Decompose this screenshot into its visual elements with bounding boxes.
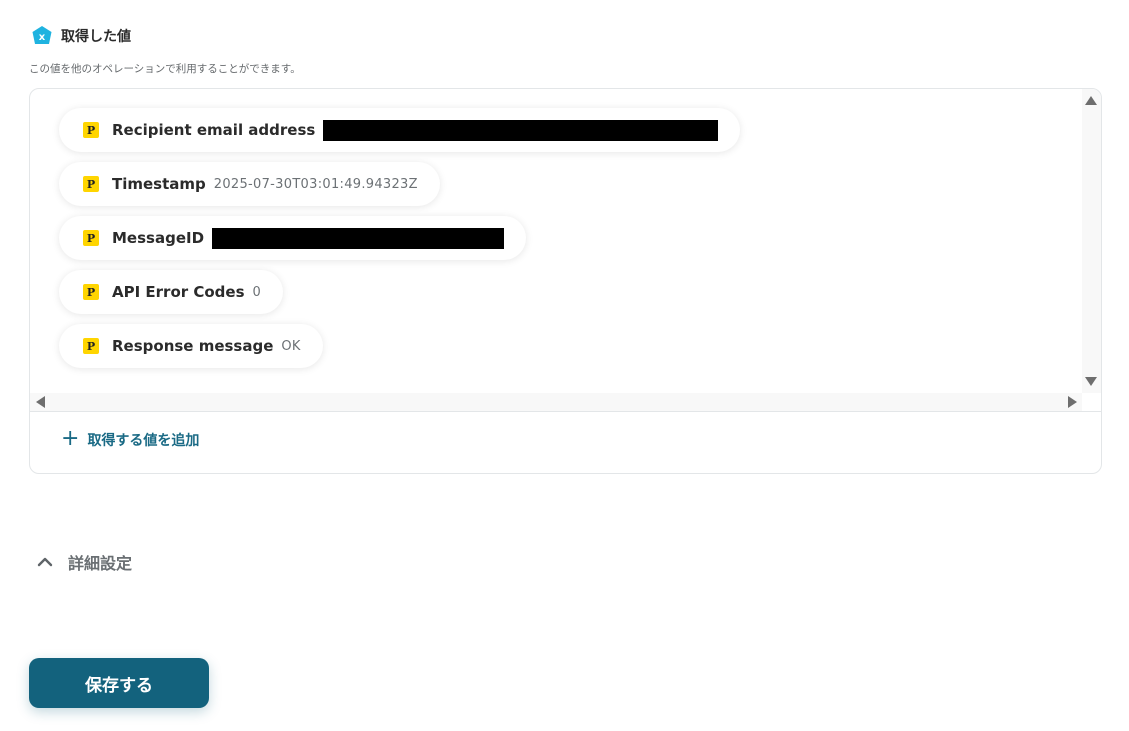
scroll-right-arrow-icon[interactable]	[1068, 396, 1077, 408]
chip-label: Recipient email address	[112, 121, 316, 139]
add-value-label: 取得する値を追加	[87, 433, 200, 449]
advanced-settings-label: 詳細設定	[68, 554, 133, 573]
redacted-value	[212, 227, 505, 249]
add-value-button[interactable]: + 取得する値を追加	[61, 426, 200, 451]
scroll-down-arrow-icon[interactable]	[1085, 377, 1097, 386]
chip-value: 2025-07-30T03:01:49.94323Z	[213, 176, 418, 192]
value-chip-message-id[interactable]: P MessageID	[59, 216, 527, 260]
value-chip-api-error-codes[interactable]: P API Error Codes 0	[59, 270, 284, 314]
save-button[interactable]: 保存する	[29, 658, 209, 708]
scroll-left-arrow-icon[interactable]	[36, 396, 45, 408]
chip-value: 0	[252, 284, 262, 300]
vertical-scrollbar[interactable]	[1082, 89, 1101, 393]
p-icon: P	[83, 338, 99, 354]
horizontal-scrollbar[interactable]	[30, 393, 1082, 411]
p-icon: P	[83, 176, 99, 192]
chip-label: API Error Codes	[112, 283, 245, 301]
chip-label: Timestamp	[112, 175, 206, 193]
values-panel: P Recipient email address P Timestamp 20…	[29, 88, 1102, 474]
redacted-value	[323, 119, 719, 141]
plus-icon: +	[61, 426, 80, 451]
svg-text:x: x	[39, 32, 46, 43]
values-scroll-area: P Recipient email address P Timestamp 20…	[30, 89, 1101, 411]
advanced-settings-toggle[interactable]: 詳細設定	[36, 550, 132, 574]
section-description: この値を他のオペレーションで利用することができます。	[29, 63, 301, 75]
scroll-up-arrow-icon[interactable]	[1085, 96, 1097, 105]
p-icon: P	[83, 230, 99, 246]
section-header: x 取得した値	[31, 25, 131, 47]
value-chip-recipient-email[interactable]: P Recipient email address	[59, 108, 741, 152]
chip-label: Response message	[112, 337, 274, 355]
chip-value: OK	[281, 338, 301, 354]
x-badge-icon: x	[32, 26, 52, 44]
section-title: 取得した値	[61, 29, 131, 45]
value-chip-timestamp[interactable]: P Timestamp 2025-07-30T03:01:49.94323Z	[59, 162, 440, 206]
p-icon: P	[83, 122, 99, 138]
root: x 取得した値 この値を他のオペレーションで利用することができます。 P Rec…	[0, 0, 1129, 731]
p-icon: P	[83, 284, 99, 300]
value-chip-response-message[interactable]: P Response message OK	[59, 324, 323, 368]
chevron-up-icon	[37, 557, 53, 567]
chip-label: MessageID	[112, 229, 205, 247]
panel-divider	[30, 411, 1101, 412]
